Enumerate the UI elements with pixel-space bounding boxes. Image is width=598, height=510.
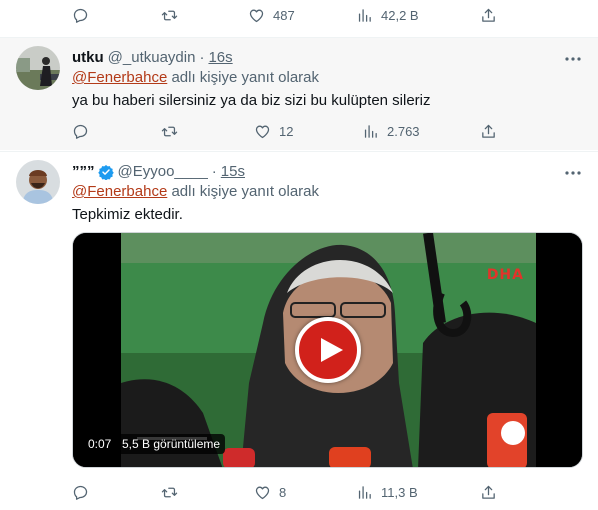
tweet-utku[interactable]: utku @_utkuaydin · 16s @Fenerbahce adlı … [0,37,598,150]
tweet-header: utku @_utkuaydin · 16s [72,48,233,68]
play-button[interactable] [295,317,361,383]
like-icon [248,7,265,24]
tweet-header: ””” @Eyyoo____ · 15s [72,162,245,182]
retweet-button[interactable] [161,5,186,25]
video-duration: 0:07 [83,434,117,454]
like-icon [254,123,271,140]
like-button[interactable]: 12 [254,121,293,141]
play-icon [321,338,343,362]
views-button[interactable]: 11,3 B [356,482,418,502]
reply-button[interactable] [72,5,97,25]
views-button[interactable]: 42,2 B [356,5,419,25]
views-count: 42,2 B [381,7,419,23]
video-player[interactable]: DHA 0:07 5,5 B görüntüleme [72,232,583,468]
share-icon [480,484,497,501]
tweet-action-bar: 12 2.763 [72,121,496,141]
views-count: 11,3 B [381,484,418,500]
views-count: 2.763 [387,123,420,139]
views-icon [356,484,373,501]
views-button[interactable]: 2.763 [362,121,420,141]
like-count: 487 [273,7,295,23]
tweet-text: ya bu haberi silersiniz ya da biz sizi b… [72,92,431,109]
share-button[interactable] [480,482,497,502]
display-name[interactable]: utku [72,48,104,68]
share-icon [480,7,497,24]
reply-icon [72,484,89,501]
like-button[interactable]: 487 [248,5,295,25]
like-icon [254,484,271,501]
reply-icon [72,123,89,140]
more-icon[interactable] [564,50,582,68]
retweet-icon [161,123,178,140]
video-views: 5,5 B görüntüleme [117,434,226,454]
timestamp[interactable]: 15s [221,162,245,182]
share-button[interactable] [480,5,497,25]
tweet-action-bar: 8 11,3 B [72,482,496,502]
avatar[interactable] [16,160,60,204]
dha-watermark: DHA [486,267,524,283]
views-icon [356,7,373,24]
mention-link[interactable]: @Fenerbahce [72,183,167,200]
top-action-bar: 487 42,2 B [72,5,496,25]
mention-link[interactable]: @Fenerbahce [72,69,167,86]
retweet-icon [161,484,178,501]
reply-button[interactable] [72,482,97,502]
replying-to: @Fenerbahce adlı kişiye yanıt olarak [72,183,320,200]
reply-button[interactable] [72,121,97,141]
display-name[interactable]: ””” [72,162,95,182]
like-count: 8 [279,484,287,500]
views-icon [362,123,379,140]
like-button[interactable]: 8 [254,482,286,502]
share-icon [480,123,497,140]
replying-to: @Fenerbahce adlı kişiye yanıt olarak [72,69,320,86]
share-button[interactable] [480,121,497,141]
verified-icon [97,165,114,180]
like-count: 12 [279,123,294,139]
tweet-text: Tepkimiz ektedir. [72,206,183,223]
retweet-icon [161,7,178,24]
tweet-eyyoo[interactable]: ””” @Eyyoo____ · 15s @Fenerbahce adlı ki… [0,151,598,510]
reply-icon [72,7,89,24]
user-handle[interactable]: @Eyyoo____ [118,162,208,182]
more-icon[interactable] [564,164,582,182]
avatar[interactable] [16,46,60,90]
retweet-button[interactable] [161,121,186,141]
user-handle[interactable]: @_utkuaydin [108,48,196,68]
retweet-button[interactable] [161,482,186,502]
timestamp[interactable]: 16s [208,48,232,68]
